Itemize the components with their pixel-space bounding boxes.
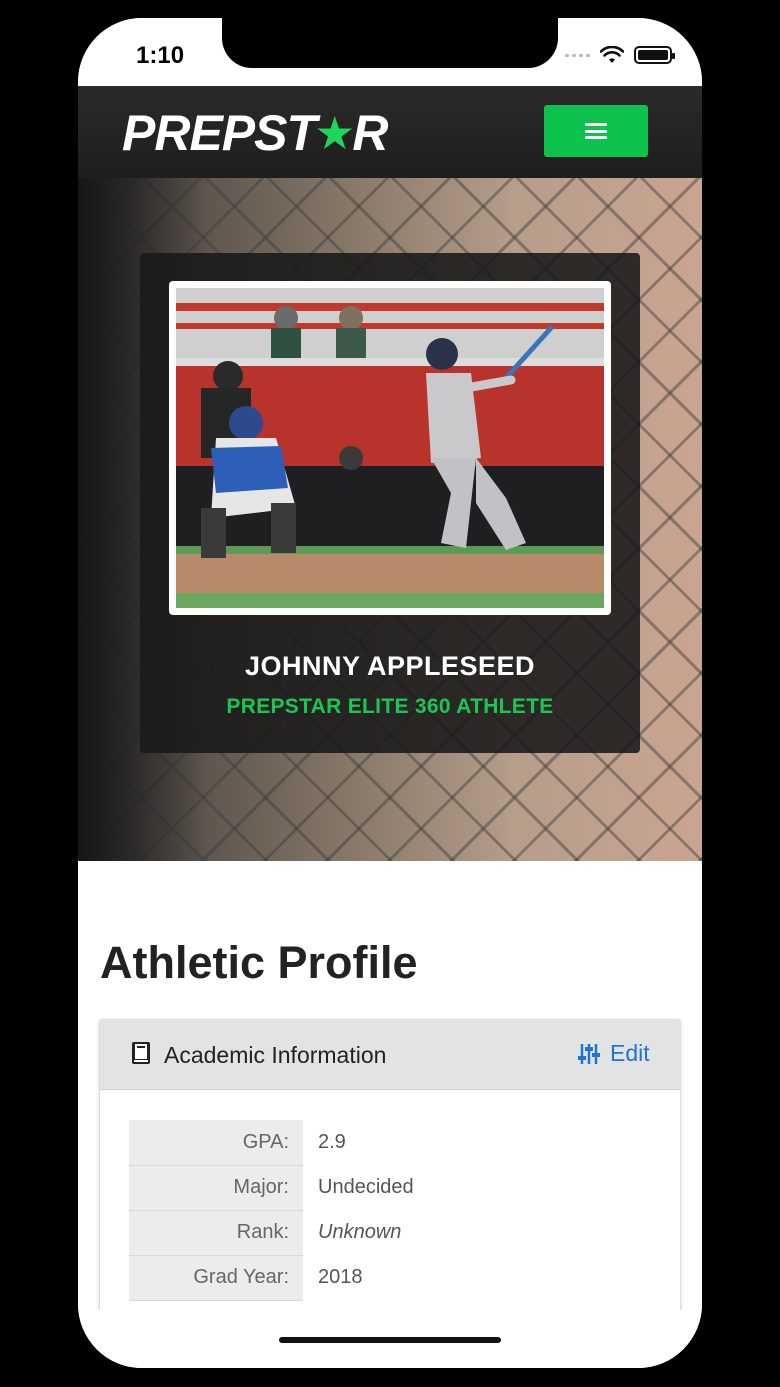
status-time: 1:10	[136, 42, 185, 69]
edit-label: Edit	[610, 1040, 650, 1066]
logo-text-end: R	[352, 105, 388, 161]
row-label: Major:	[129, 1165, 303, 1211]
row-value: Undecided	[303, 1165, 649, 1211]
hamburger-icon	[585, 123, 607, 139]
wifi-icon	[600, 46, 624, 63]
row-value: 2.9	[303, 1120, 649, 1166]
phone-screen: 1:10 PREPST ★ R JOHNNY APPLESEED PREPSTA…	[78, 18, 702, 1368]
row-value: Unknown	[303, 1210, 649, 1256]
card-title: Academic Information	[164, 1042, 387, 1068]
menu-button[interactable]	[544, 105, 648, 157]
notch	[222, 18, 558, 68]
athlete-card: JOHNNY APPLESEED PREPSTAR ELITE 360 ATHL…	[140, 253, 640, 753]
logo-text-start: PREPST	[122, 105, 317, 161]
home-indicator[interactable]	[279, 1337, 501, 1343]
home-bar	[78, 1310, 702, 1368]
navbar: PREPST ★ R	[78, 86, 702, 178]
row-label: GPA:	[129, 1120, 303, 1166]
battery-icon	[634, 46, 675, 64]
athlete-subtitle: PREPSTAR ELITE 360 ATHLETE	[226, 695, 554, 718]
table-row-rank: Rank: Unknown	[129, 1210, 649, 1256]
table-row-major: Major: Undecided	[129, 1165, 649, 1211]
academic-info-table: GPA: 2.9 Major: Undecided Rank: Unknown …	[129, 1120, 649, 1301]
sliders-icon	[578, 1043, 600, 1064]
logo-star-icon: ★	[314, 107, 355, 159]
signal-icon	[565, 53, 590, 57]
table-row-gpa: GPA: 2.9	[129, 1120, 649, 1166]
book-icon	[132, 1042, 150, 1064]
status-icons	[565, 46, 675, 64]
athlete-photo	[176, 288, 604, 608]
row-label: Rank:	[129, 1210, 303, 1256]
hero-banner: JOHNNY APPLESEED PREPSTAR ELITE 360 ATHL…	[78, 178, 702, 861]
prepstar-logo[interactable]: PREPST ★ R	[122, 104, 388, 162]
edit-button[interactable]: Edit	[578, 1040, 650, 1067]
row-value: 2018	[303, 1255, 649, 1301]
athlete-name: JOHNNY APPLESEED	[244, 651, 536, 681]
table-row-grad-year: Grad Year: 2018	[129, 1255, 649, 1301]
card-header: Academic Information Edit	[100, 1020, 680, 1090]
profile-section: Athletic Profile Academic Information Ed…	[78, 861, 702, 1368]
section-title: Athletic Profile	[100, 937, 418, 988]
row-label: Grad Year:	[129, 1255, 303, 1301]
athlete-photo-frame	[169, 281, 611, 615]
status-bar: 1:10	[78, 18, 702, 86]
